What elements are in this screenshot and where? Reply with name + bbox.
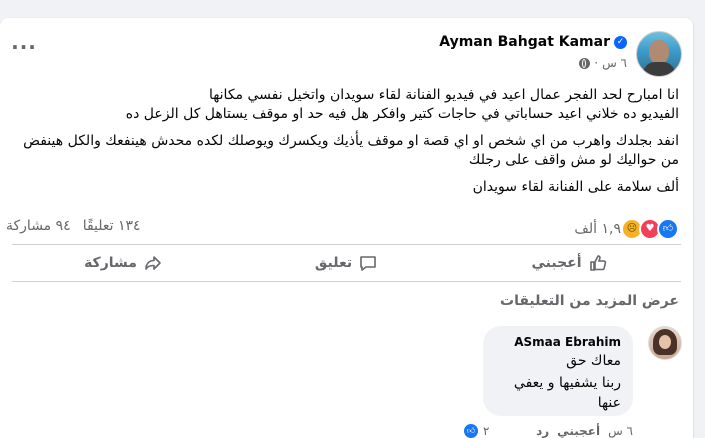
comment-icon [360, 256, 376, 271]
post-paragraph-1: انا امبارح لحد الفجر عمال اعيد في فيديو … [125, 87, 679, 122]
reaction-icons: ☹ ♥ 👍︎ [621, 218, 679, 240]
share-label: مشاركة [84, 255, 137, 271]
comment-button[interactable]: تعليق [235, 245, 458, 281]
public-globe-icon [579, 57, 591, 69]
post-paragraph-2: انفد بجلدك واهرب من اي شخص او اي قصة او … [23, 133, 679, 168]
like-reaction-icon: 👍︎ [657, 218, 679, 240]
author-name[interactable]: Ayman Bahgat Kamar [439, 34, 610, 50]
comment-like-link[interactable]: أعجبني [557, 424, 600, 438]
comment-bubble: ASmaa Ebrahim معاك حق ربنا يشفيها و يعفي… [483, 326, 633, 416]
commenter-name[interactable]: ASmaa Ebrahim [495, 335, 621, 349]
shares-count[interactable]: ٩٤ مشاركة [6, 218, 71, 234]
post-time[interactable]: ٦ س [602, 56, 627, 70]
reactions-summary[interactable]: ☹ ♥ 👍︎ ١,٩ ألف [574, 218, 679, 240]
commenter-avatar[interactable] [648, 326, 682, 360]
post-paragraph-3: ألف سلامة على الفنانة لقاء سويدان [472, 179, 679, 195]
comment-label: تعليق [314, 255, 353, 271]
comment-line-2: ربنا يشفيها و يعفي عنها [513, 375, 621, 411]
post-stats: ☹ ♥ 👍︎ ١,٩ ألف ١٣٤ تعليقًا ٩٤ مشاركة [0, 216, 693, 240]
view-more-comments-link[interactable]: عرض المزيد من التعليقات [500, 293, 679, 309]
comment-reactions[interactable]: ٢ 👍︎ [462, 422, 489, 438]
reactions-count: ١,٩ ألف [574, 221, 621, 237]
author-row: Ayman Bahgat Kamar ✓ [439, 34, 627, 50]
like-label: أعجبني [531, 255, 582, 271]
comment-reaction-count: ٢ [483, 424, 490, 438]
comment-time[interactable]: ٦ س [608, 424, 633, 438]
comment-footer: ٦ س أعجبني رد [536, 424, 633, 438]
post-body: انا امبارح لحد الفجر عمال اعيد في فيديو … [9, 86, 679, 205]
comment-reply-link[interactable]: رد [536, 424, 549, 438]
share-icon [145, 256, 161, 270]
comments-count[interactable]: ١٣٤ تعليقًا [83, 218, 141, 234]
commenter-face [659, 335, 671, 349]
post-card: ··· Ayman Bahgat Kamar ✓ ٦ س · انا امبار… [0, 18, 693, 438]
author-avatar[interactable] [636, 31, 682, 77]
avatar-face [649, 40, 669, 64]
like-button[interactable]: أعجبني [458, 245, 681, 281]
post-meta: ٦ س · [579, 56, 627, 70]
verified-badge-icon: ✓ [614, 35, 627, 49]
more-options-icon[interactable]: ··· [10, 37, 38, 60]
thumbs-up-icon [589, 255, 606, 271]
comment-line-1: معاك حق [566, 353, 621, 369]
share-button[interactable]: مشاركة [12, 245, 235, 281]
engagement-counts: ١٣٤ تعليقًا ٩٤ مشاركة [6, 218, 141, 234]
meta-separator: · [594, 56, 599, 70]
post-actions: أعجبني تعليق مشاركة [12, 244, 681, 282]
comment-like-reaction-icon: 👍︎ [462, 422, 480, 438]
avatar-body [643, 62, 675, 76]
